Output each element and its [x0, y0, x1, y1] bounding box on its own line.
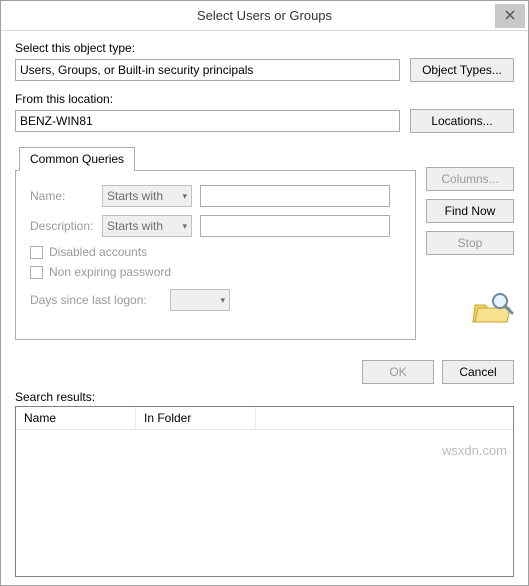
column-spacer	[256, 407, 513, 429]
right-button-column: Columns... Find Now Stop	[426, 147, 514, 340]
column-in-folder[interactable]: In Folder	[136, 407, 256, 429]
tab-common-queries[interactable]: Common Queries	[19, 147, 135, 171]
stop-button[interactable]: Stop	[426, 231, 514, 255]
location-input[interactable]	[15, 110, 400, 132]
name-input[interactable]	[200, 185, 390, 207]
dialog-title: Select Users or Groups	[1, 8, 528, 23]
name-mode-combo[interactable]: Starts with ▾	[102, 185, 192, 207]
object-type-label: Select this object type:	[15, 41, 514, 55]
chevron-down-icon: ▾	[220, 295, 225, 306]
chevron-down-icon: ▾	[182, 221, 187, 232]
description-label: Description:	[30, 219, 102, 233]
non-expiring-checkbox[interactable]	[30, 266, 43, 279]
search-results-list[interactable]: Name In Folder	[15, 406, 514, 577]
search-results-label: Search results:	[15, 390, 514, 404]
description-input[interactable]	[200, 215, 390, 237]
find-now-button[interactable]: Find Now	[426, 199, 514, 223]
tab-frame: Common Queries Name: Starts with ▾ Descr…	[15, 147, 416, 340]
non-expiring-label: Non expiring password	[49, 265, 171, 279]
object-types-button[interactable]: Object Types...	[410, 58, 514, 82]
chevron-down-icon: ▾	[182, 191, 187, 202]
search-folder-icon	[472, 291, 514, 328]
results-header: Name In Folder	[16, 407, 513, 430]
close-button[interactable]	[495, 4, 525, 28]
name-mode-value: Starts with	[107, 189, 163, 203]
location-label: From this location:	[15, 92, 514, 106]
description-mode-value: Starts with	[107, 219, 163, 233]
disabled-accounts-label: Disabled accounts	[49, 245, 147, 259]
dialog-window: Select Users or Groups Select this objec…	[0, 0, 529, 586]
close-icon	[505, 9, 515, 23]
results-body	[16, 430, 513, 576]
titlebar: Select Users or Groups	[1, 1, 528, 31]
cancel-button[interactable]: Cancel	[442, 360, 514, 384]
dialog-content: Select this object type: Object Types...…	[1, 31, 528, 585]
days-logon-label: Days since last logon:	[30, 293, 170, 307]
tab-panel: Name: Starts with ▾ Description: Starts …	[15, 170, 416, 340]
locations-button[interactable]: Locations...	[410, 109, 514, 133]
object-type-input[interactable]	[15, 59, 400, 81]
disabled-accounts-checkbox[interactable]	[30, 246, 43, 259]
days-logon-combo[interactable]: ▾	[170, 289, 230, 311]
name-label: Name:	[30, 189, 102, 203]
ok-button[interactable]: OK	[362, 360, 434, 384]
description-mode-combo[interactable]: Starts with ▾	[102, 215, 192, 237]
column-name[interactable]: Name	[16, 407, 136, 429]
columns-button[interactable]: Columns...	[426, 167, 514, 191]
